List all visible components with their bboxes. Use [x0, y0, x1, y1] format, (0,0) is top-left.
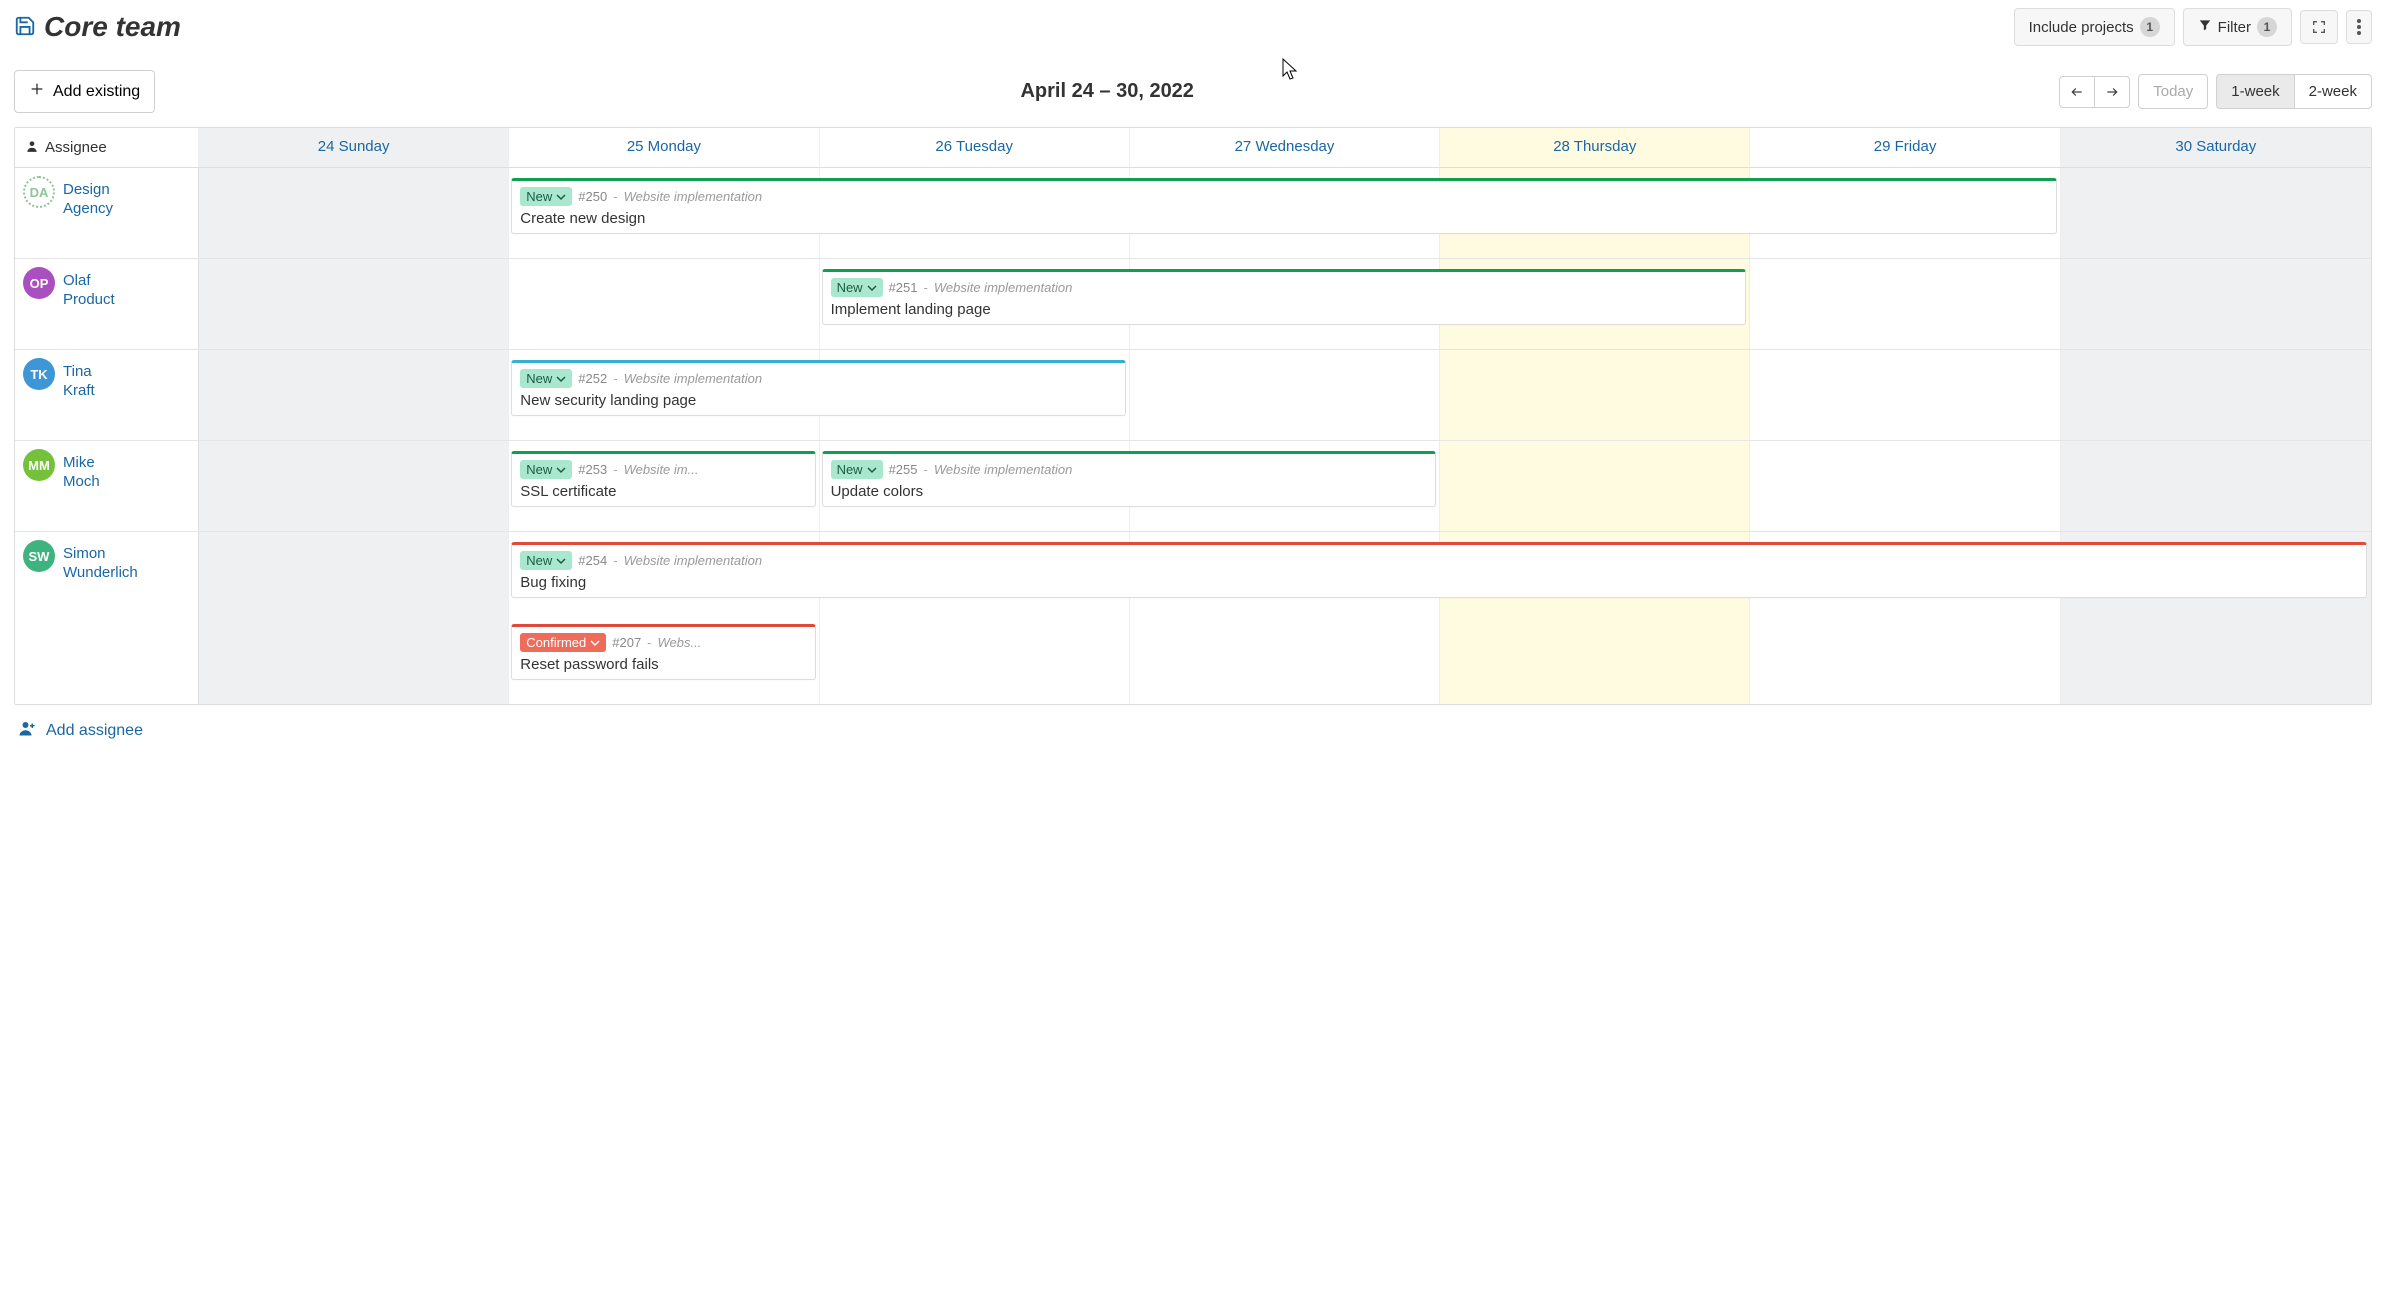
task-project: Website implementation: [624, 371, 763, 386]
task-title: Update colors: [831, 483, 1428, 500]
filter-label: Filter: [2218, 19, 2251, 36]
cursor-icon: [1282, 58, 1300, 83]
assignee-name: DesignAgency: [63, 176, 113, 219]
filter-button[interactable]: Filter 1: [2183, 8, 2292, 46]
plus-icon: [29, 81, 45, 102]
task-status-badge[interactable]: New: [831, 460, 883, 479]
task-status-badge[interactable]: New: [520, 551, 572, 570]
schedule-lane-area[interactable]: New #252-Website implementationNew secur…: [199, 350, 2371, 440]
day-header[interactable]: 30 Saturday: [2061, 128, 2371, 168]
add-assignee-button[interactable]: Add assignee: [14, 705, 2372, 756]
task-card[interactable]: New #252-Website implementationNew secur…: [511, 360, 1126, 416]
today-button[interactable]: Today: [2138, 74, 2208, 109]
title-bar: Core team Include projects 1 Filter 1: [14, 8, 2372, 46]
assignee-cell[interactable]: OPOlafProduct: [15, 259, 199, 349]
task-project: Website implementation: [934, 280, 1073, 295]
day-header[interactable]: 25 Monday: [509, 128, 819, 168]
page-title: Core team: [44, 11, 181, 43]
task-project: Webs...: [658, 635, 702, 650]
save-icon[interactable]: [14, 15, 36, 40]
task-card[interactable]: New #250-Website implementationCreate ne…: [511, 178, 2056, 234]
schedule-lane-area[interactable]: New #250-Website implementationCreate ne…: [199, 168, 2371, 258]
include-projects-label: Include projects: [2029, 19, 2134, 36]
avatar: TK: [23, 358, 55, 390]
assignee-row: MMMikeMochNew #253-Website im...SSL cert…: [15, 440, 2371, 531]
day-header[interactable]: 28 Thursday: [1440, 128, 1750, 168]
avatar: SW: [23, 540, 55, 572]
task-title: Reset password fails: [520, 656, 806, 673]
task-status-badge[interactable]: New: [520, 369, 572, 388]
task-project: Website implementation: [624, 189, 763, 204]
add-existing-button[interactable]: Add existing: [14, 70, 155, 113]
date-range: April 24 – 30, 2022: [1020, 80, 1193, 103]
task-id: #253: [578, 462, 607, 477]
one-week-button[interactable]: 1-week: [2216, 74, 2294, 109]
include-projects-button[interactable]: Include projects 1: [2014, 8, 2175, 46]
task-status-badge[interactable]: New: [520, 187, 572, 206]
add-user-icon: [18, 719, 36, 742]
schedule-lane-area[interactable]: New #253-Website im...SSL certificateNew…: [199, 441, 2371, 531]
add-assignee-label: Add assignee: [46, 722, 143, 740]
task-status-badge[interactable]: Confirmed: [520, 633, 606, 652]
task-id: #252: [578, 371, 607, 386]
task-id: #250: [578, 189, 607, 204]
task-title: Create new design: [520, 210, 2047, 227]
assignee-name: SimonWunderlich: [63, 540, 138, 583]
filter-count: 1: [2257, 17, 2277, 37]
task-card[interactable]: New #254-Website implementationBug fixin…: [511, 542, 2367, 598]
task-card[interactable]: New #253-Website im...SSL certificate: [511, 451, 815, 507]
assignee-row: OPOlafProduct New #251-Website implementa…: [15, 258, 2371, 349]
task-id: #254: [578, 553, 607, 568]
task-title: Bug fixing: [520, 574, 2358, 591]
task-card[interactable]: New #255-Website implementationUpdate co…: [822, 451, 1437, 507]
assignee-name: OlafProduct: [63, 267, 115, 310]
day-header[interactable]: 24 Sunday: [199, 128, 509, 168]
avatar: MM: [23, 449, 55, 481]
task-id: #251: [889, 280, 918, 295]
schedule-lane-area[interactable]: New #254-Website implementationBug fixin…: [199, 532, 2371, 704]
day-header[interactable]: 29 Friday: [1750, 128, 2060, 168]
avatar: DA: [23, 176, 55, 208]
task-card[interactable]: New #251-Website implementationImplement…: [822, 269, 1747, 325]
next-button[interactable]: [2094, 76, 2130, 108]
two-week-button[interactable]: 2-week: [2294, 74, 2372, 109]
assignee-row: TKTinaKraftNew #252-Website implementati…: [15, 349, 2371, 440]
avatar: OP: [23, 267, 55, 299]
task-id: #207: [612, 635, 641, 650]
assignee-cell[interactable]: TKTinaKraft: [15, 350, 199, 440]
schedule-board: Assignee 24 Sunday 25 Monday 26 Tuesday …: [14, 127, 2372, 705]
task-project: Website implementation: [624, 553, 763, 568]
task-status-badge[interactable]: New: [831, 278, 883, 297]
task-project: Website implementation: [934, 462, 1073, 477]
assignee-cell[interactable]: DADesignAgency: [15, 168, 199, 258]
task-card[interactable]: Confirmed #207-Webs...Reset password fai…: [511, 624, 815, 680]
more-menu-button[interactable]: [2346, 10, 2372, 44]
task-project: Website im...: [624, 462, 699, 477]
day-header[interactable]: 27 Wednesday: [1130, 128, 1440, 168]
assignee-cell[interactable]: MMMikeMoch: [15, 441, 199, 531]
schedule-lane-area[interactable]: New #251-Website implementationImplement…: [199, 259, 2371, 349]
task-title: SSL certificate: [520, 483, 806, 500]
prev-button[interactable]: [2059, 76, 2095, 108]
schedule-header-row: Assignee 24 Sunday 25 Monday 26 Tuesday …: [15, 128, 2371, 168]
task-title: Implement landing page: [831, 301, 1738, 318]
fullscreen-button[interactable]: [2300, 10, 2338, 44]
task-id: #255: [889, 462, 918, 477]
task-title: New security landing page: [520, 392, 1117, 409]
day-header[interactable]: 26 Tuesday: [820, 128, 1130, 168]
add-existing-label: Add existing: [53, 83, 140, 101]
include-projects-count: 1: [2140, 17, 2160, 37]
assignee-column-header[interactable]: Assignee: [15, 128, 199, 168]
assignee-row: SWSimonWunderlich New #254-Website implem…: [15, 531, 2371, 704]
assignee-cell[interactable]: SWSimonWunderlich: [15, 532, 199, 704]
user-icon: [25, 139, 39, 157]
assignee-row: DADesignAgency New #250-Website implement…: [15, 168, 2371, 258]
assignee-name: TinaKraft: [63, 358, 95, 401]
assignee-name: MikeMoch: [63, 449, 100, 492]
task-status-badge[interactable]: New: [520, 460, 572, 479]
date-toolbar: Add existing April 24 – 30, 2022 Today 1…: [14, 70, 2372, 113]
filter-icon: [2198, 18, 2212, 36]
